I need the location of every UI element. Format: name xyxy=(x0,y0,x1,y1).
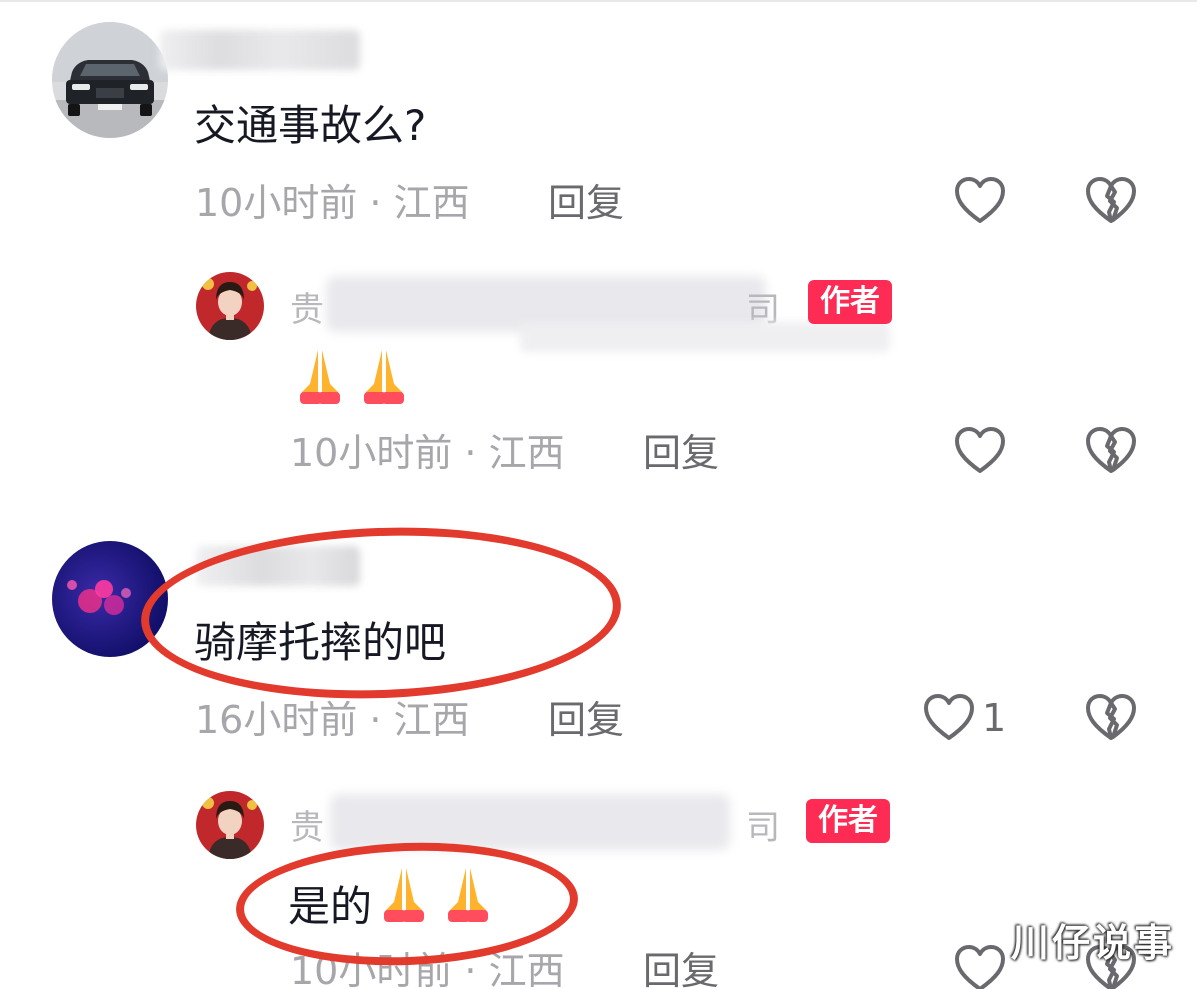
watermark: 川仔说事 xyxy=(1010,921,1175,965)
reply-text: 是的 xyxy=(288,862,500,952)
avatar[interactable] xyxy=(196,272,264,340)
like-count: 1 xyxy=(982,696,1007,740)
broken-heart-icon xyxy=(1086,177,1136,223)
like-button[interactable] xyxy=(953,176,1007,226)
praying-hands-icon xyxy=(436,862,500,952)
dislike-button[interactable] xyxy=(1084,693,1138,743)
like-button[interactable] xyxy=(953,944,1007,989)
reply-button[interactable]: 回复 xyxy=(643,428,719,478)
like-button[interactable] xyxy=(953,426,1007,476)
heart-outline-icon xyxy=(955,427,1005,473)
praying-hands-icon xyxy=(352,344,416,434)
reply-author-name[interactable]: 贵 司 xyxy=(290,794,810,850)
dislike-button[interactable] xyxy=(1084,176,1138,226)
username-blurred[interactable] xyxy=(196,546,360,586)
comment-text: 骑摩托摔的吧 xyxy=(194,618,447,667)
username-blurred xyxy=(520,322,890,352)
heart-outline-icon xyxy=(924,694,974,740)
reply-button[interactable]: 回复 xyxy=(548,178,624,228)
username-blur-mask xyxy=(330,794,730,850)
reply-time-location: 10小时前 · 江西 xyxy=(290,949,565,989)
comment-text: 交通事故么? xyxy=(194,101,427,150)
reply-button[interactable]: 回复 xyxy=(643,946,719,989)
reply-time-location: 10小时前 · 江西 xyxy=(290,431,565,475)
heart-outline-icon xyxy=(955,945,1005,989)
avatar[interactable] xyxy=(52,541,168,657)
comment-time-location: 10小时前 · 江西 xyxy=(195,181,470,225)
top-divider xyxy=(0,0,1197,2)
reply-text xyxy=(288,344,416,434)
reply-button[interactable]: 回复 xyxy=(548,695,624,745)
author-badge: 作者 xyxy=(806,799,890,843)
comment-time-location: 16小时前 · 江西 xyxy=(195,698,470,742)
avatar[interactable] xyxy=(196,791,264,859)
broken-heart-icon xyxy=(1086,427,1136,473)
broken-heart-icon xyxy=(1086,694,1136,740)
like-button[interactable]: 1 xyxy=(922,693,1006,743)
author-badge: 作者 xyxy=(808,280,892,324)
dislike-button[interactable] xyxy=(1084,426,1138,476)
praying-hands-icon xyxy=(372,862,436,952)
heart-outline-icon xyxy=(955,177,1005,223)
avatar[interactable] xyxy=(52,22,168,138)
praying-hands-icon xyxy=(288,344,352,434)
username-blurred[interactable] xyxy=(160,30,360,70)
